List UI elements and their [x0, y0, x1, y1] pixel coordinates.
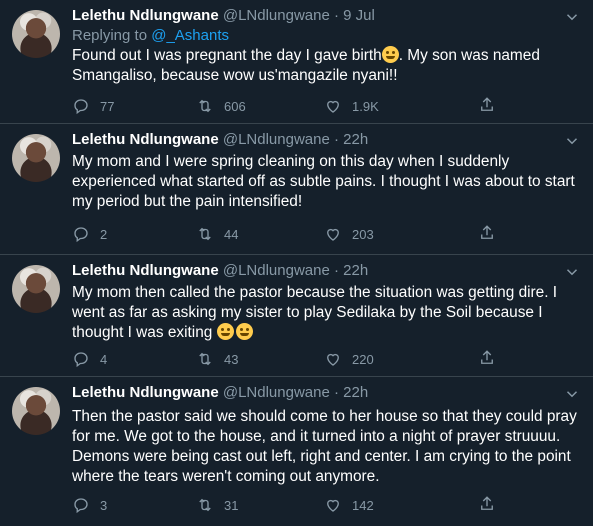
- reply-button[interactable]: 2: [72, 224, 107, 244]
- tweet-timeline: Lelethu Ndlungwane @LNdlungwane · 9 Jul …: [0, 0, 593, 526]
- chevron-down-icon[interactable]: [563, 385, 581, 403]
- reply-button[interactable]: 3: [72, 495, 107, 515]
- tweet-header: Lelethu Ndlungwane @LNdlungwane · 22h: [72, 383, 368, 403]
- author-handle[interactable]: @LNdlungwane: [223, 384, 330, 401]
- tweet-actions: 2 44 203: [72, 224, 493, 244]
- reply-icon: [74, 227, 88, 243]
- tweet[interactable]: Lelethu Ndlungwane @LNdlungwane · 22h My…: [0, 255, 593, 377]
- like-button[interactable]: 1.9K: [324, 96, 379, 116]
- reply-icon: [74, 352, 88, 368]
- share-button[interactable]: [478, 96, 496, 116]
- tweet-text-part: Found out I was pregnant the day I gave …: [72, 47, 382, 64]
- author-name[interactable]: Lelethu Ndlungwane: [72, 384, 219, 401]
- chevron-down-icon[interactable]: [563, 263, 581, 281]
- tweet-text: My mom and I were spring cleaning on thi…: [72, 153, 575, 210]
- tweet-time[interactable]: 22h: [343, 262, 368, 279]
- retweet-count: 31: [224, 497, 239, 513]
- retweet-count: 606: [224, 98, 246, 114]
- tweet[interactable]: Lelethu Ndlungwane @LNdlungwane · 9 Jul …: [0, 0, 593, 124]
- chevron-down-icon[interactable]: [563, 132, 581, 150]
- share-button[interactable]: [478, 349, 496, 369]
- retweet-button[interactable]: 43: [196, 349, 238, 369]
- tweet-text-part: My mom then called the pastor because th…: [72, 284, 558, 341]
- author-handle[interactable]: @LNdlungwane: [223, 262, 330, 279]
- separator-dot: ·: [333, 384, 339, 401]
- emoji-icon: [216, 323, 234, 340]
- like-button[interactable]: 220: [324, 349, 374, 369]
- emoji-icon: [381, 46, 399, 63]
- tweet-actions: 4 43 220: [72, 349, 493, 369]
- like-count: 1.9K: [352, 98, 379, 114]
- replying-prefix: Replying to: [72, 27, 152, 44]
- retweet-icon: [199, 352, 211, 366]
- tweet[interactable]: Lelethu Ndlungwane @LNdlungwane · 22h My…: [0, 124, 593, 255]
- tweet-text: My mom then called the pastor because th…: [72, 283, 577, 343]
- reply-button[interactable]: 77: [72, 96, 114, 116]
- tweet-time[interactable]: 22h: [343, 131, 368, 148]
- author-name[interactable]: Lelethu Ndlungwane: [72, 7, 219, 24]
- tweet-actions: 77 606 1.9K: [72, 96, 493, 116]
- tweet-text: Then the pastor said we should come to h…: [72, 408, 577, 485]
- heart-icon: [327, 353, 339, 366]
- tweet-time[interactable]: 22h: [343, 384, 368, 401]
- separator-dot: ·: [333, 131, 339, 148]
- retweet-button[interactable]: 31: [196, 495, 238, 515]
- author-handle[interactable]: @LNdlungwane: [223, 131, 330, 148]
- chevron-down-icon[interactable]: [563, 8, 581, 26]
- heart-icon: [327, 499, 339, 512]
- reply-button[interactable]: 4: [72, 349, 107, 369]
- avatar[interactable]: [12, 10, 60, 58]
- emoji-icon: [235, 323, 253, 340]
- like-count: 220: [352, 351, 374, 367]
- like-button[interactable]: 142: [324, 495, 374, 515]
- share-icon: [481, 350, 493, 364]
- reply-count: 3: [100, 497, 108, 513]
- author-handle[interactable]: @LNdlungwane: [223, 7, 330, 24]
- share-icon: [481, 225, 493, 239]
- author-name[interactable]: Lelethu Ndlungwane: [72, 131, 219, 148]
- separator-dot: ·: [333, 7, 339, 24]
- heart-icon: [327, 228, 339, 241]
- retweet-button[interactable]: 44: [196, 224, 238, 244]
- separator-dot: ·: [333, 262, 339, 279]
- like-count: 203: [352, 226, 374, 242]
- retweet-count: 44: [224, 226, 239, 242]
- tweet[interactable]: Lelethu Ndlungwane @LNdlungwane · 22h Th…: [0, 377, 593, 526]
- avatar[interactable]: [12, 134, 60, 182]
- share-button[interactable]: [478, 224, 496, 244]
- share-icon: [481, 496, 493, 510]
- like-button[interactable]: 203: [324, 224, 374, 244]
- tweet-header: Lelethu Ndlungwane @LNdlungwane · 9 Jul: [72, 6, 375, 26]
- retweet-icon: [199, 99, 211, 113]
- reply-count: 77: [100, 98, 115, 114]
- share-icon: [481, 97, 493, 111]
- tweet-actions: 3 31 142: [72, 495, 493, 515]
- reply-icon: [74, 99, 88, 115]
- replying-to: Replying to @_Ashants: [72, 26, 229, 46]
- retweet-count: 43: [224, 351, 239, 367]
- retweet-button[interactable]: 606: [196, 96, 246, 116]
- reply-count: 4: [100, 351, 108, 367]
- avatar[interactable]: [12, 265, 60, 313]
- like-count: 142: [352, 497, 374, 513]
- retweet-icon: [199, 227, 211, 241]
- replying-to-link[interactable]: @_Ashants: [151, 27, 229, 44]
- tweet-text: Found out I was pregnant the day I gave …: [72, 46, 577, 86]
- share-button[interactable]: [478, 495, 496, 515]
- tweet-header: Lelethu Ndlungwane @LNdlungwane · 22h: [72, 261, 368, 281]
- tweet-header: Lelethu Ndlungwane @LNdlungwane · 22h: [72, 130, 368, 150]
- reply-icon: [74, 498, 88, 514]
- tweet-time[interactable]: 9 Jul: [343, 7, 375, 24]
- author-name[interactable]: Lelethu Ndlungwane: [72, 262, 219, 279]
- retweet-icon: [199, 498, 211, 512]
- avatar[interactable]: [12, 387, 60, 435]
- reply-count: 2: [100, 226, 108, 242]
- heart-icon: [327, 100, 339, 113]
